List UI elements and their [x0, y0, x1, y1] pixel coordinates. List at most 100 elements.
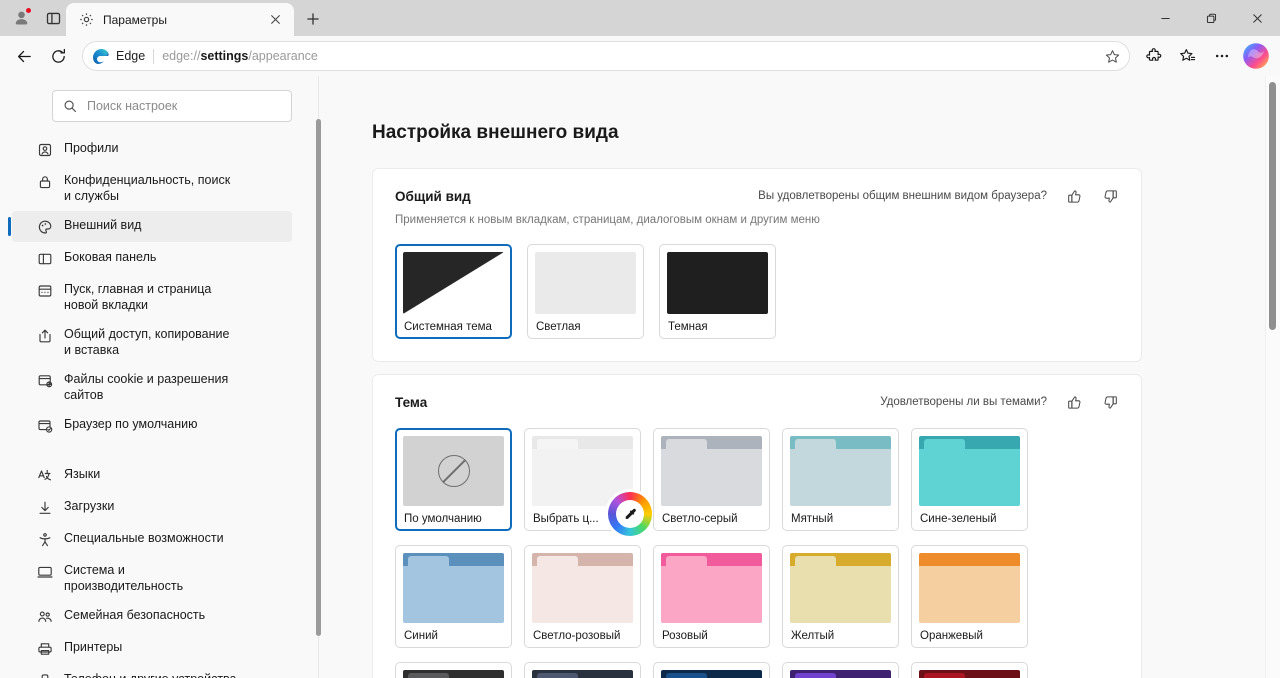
- restore-button[interactable]: [1188, 0, 1234, 36]
- address-bar[interactable]: Edge edge://settings/appearance: [82, 41, 1130, 71]
- theme-option[interactable]: Темно-серый: [395, 662, 512, 678]
- theme-option[interactable]: Светло-серый: [653, 428, 770, 531]
- copilot-button[interactable]: [1240, 40, 1272, 72]
- sidebar-item-3[interactable]: Боковая панель: [12, 243, 292, 274]
- profile-notification-dot: [25, 7, 32, 14]
- thumbs-up-icon[interactable]: [1065, 393, 1083, 411]
- sidebar-item-4[interactable]: Семейная безопасность: [12, 601, 292, 632]
- sidebar-item-0[interactable]: Профили: [12, 134, 292, 165]
- sidebar-item-0[interactable]: Языки: [12, 460, 292, 491]
- collections-button[interactable]: [1172, 40, 1204, 72]
- page-scrollbar[interactable]: [1269, 82, 1276, 330]
- feedback-question: Вы удовлетворены общим внешним видом бра…: [758, 190, 1047, 202]
- theme-preview: [790, 553, 891, 623]
- lock-icon: [36, 173, 53, 190]
- section-subtitle-overall: Применяется к новым вкладкам, страницам,…: [395, 214, 820, 226]
- share-icon: [36, 327, 53, 344]
- section-title-overall: Общий вид: [395, 188, 471, 204]
- settings-sidebar: Профили Конфиденциальность, поиск и служб…: [0, 76, 332, 678]
- family-icon: [36, 608, 53, 625]
- theme-preview-body: [790, 449, 891, 506]
- sidebar-scrollbar[interactable]: [316, 119, 321, 636]
- cookie-icon: [36, 372, 53, 389]
- star-icon: [1105, 49, 1119, 63]
- address-url: edge://settings/appearance: [162, 49, 318, 63]
- theme-preview: [790, 436, 891, 506]
- custom-color-picker-button[interactable]: [608, 492, 652, 536]
- browser-toolbar: Edge edge://settings/appearance: [0, 36, 1280, 76]
- sidebar-item-4[interactable]: Пуск, главная и страница новой вкладки: [12, 275, 292, 319]
- appearance-mode-label: Светлая: [536, 321, 581, 333]
- theme-label: Мятный: [791, 513, 834, 525]
- theme-option[interactable]: Красный: [911, 662, 1028, 678]
- eyedropper-icon: [616, 500, 644, 528]
- sidebar-item-label: Профили: [64, 141, 119, 155]
- sidebar-item-1[interactable]: Конфиденциальность, поиск и службы: [12, 166, 292, 210]
- sidebar-item-label: Специальные возможности: [64, 531, 224, 545]
- theme-option[interactable]: Темно-синий: [653, 662, 770, 678]
- minimize-button[interactable]: [1142, 0, 1188, 36]
- sidebar-item-1[interactable]: Загрузки: [12, 492, 292, 523]
- theme-label: Розовый: [662, 630, 708, 642]
- no-theme-icon: [437, 455, 470, 487]
- sidebar-item-label: Внешний вид: [64, 218, 142, 232]
- feedback-group-overall: Вы удовлетворены общим внешним видом бра…: [758, 187, 1119, 205]
- theme-option[interactable]: Мятный: [782, 428, 899, 531]
- theme-option[interactable]: Синий: [395, 545, 512, 648]
- sidebar-item-2[interactable]: Внешний вид: [8, 211, 292, 242]
- theme-label: Светло-розовый: [533, 630, 621, 642]
- sidebar-item-6[interactable]: Телефон и другие устройства: [12, 665, 292, 678]
- appearance-mode-option[interactable]: Темная: [659, 244, 776, 339]
- search-icon: [64, 100, 77, 113]
- theme-option[interactable]: Желтый: [782, 545, 899, 648]
- theme-option[interactable]: Лиловый: [782, 662, 899, 678]
- thumbs-down-icon[interactable]: [1101, 187, 1119, 205]
- theme-option[interactable]: Оранжевый: [911, 545, 1028, 648]
- search-input[interactable]: [87, 91, 281, 121]
- theme-preview-body: [919, 566, 1020, 623]
- theme-option[interactable]: Выбрать ц...: [524, 428, 652, 536]
- theme-option[interactable]: По умолчанию: [395, 428, 512, 531]
- sidebar-item-7[interactable]: Браузер по умолчанию: [12, 410, 292, 441]
- theme-option[interactable]: Розовый: [653, 545, 770, 648]
- theme-option[interactable]: Светло-розовый: [524, 545, 641, 648]
- theme-label: Оранжевый: [920, 630, 983, 642]
- overall-appearance-card: Общий вид Вы удовлетворены общим внешним…: [372, 168, 1142, 362]
- new-tab-button[interactable]: [297, 4, 329, 34]
- appearance-mode-option[interactable]: Светлая: [527, 244, 644, 339]
- sidebar-item-5[interactable]: Принтеры: [12, 633, 292, 664]
- extensions-button[interactable]: [1138, 40, 1170, 72]
- appearance-mode-preview: [667, 252, 768, 314]
- sidebar-item-5[interactable]: Общий доступ, копирование и вставка: [12, 320, 292, 364]
- add-favorite-button[interactable]: [1099, 43, 1125, 69]
- sidebar-item-2[interactable]: Специальные возможности: [12, 524, 292, 555]
- theme-label: Желтый: [791, 630, 835, 642]
- theme-option[interactable]: Сине-зеленый: [911, 428, 1028, 531]
- appearance-mode-option[interactable]: Системная тема: [395, 244, 512, 339]
- settings-search[interactable]: [52, 90, 292, 122]
- profile-icon: [36, 141, 53, 158]
- profile-avatar-button[interactable]: [8, 5, 34, 31]
- accessibility-icon: [36, 531, 53, 548]
- theme-option[interactable]: Серо-голубой: [524, 662, 641, 678]
- window-controls: [1142, 0, 1280, 36]
- restore-icon: [1206, 13, 1216, 23]
- sidebar-item-6[interactable]: Файлы cookie и разрешения сайтов: [12, 365, 292, 409]
- close-tab-button[interactable]: [264, 9, 286, 31]
- nav-divider: [0, 442, 332, 459]
- theme-preview: [532, 553, 633, 623]
- phone-icon: [36, 672, 53, 678]
- thumbs-up-icon[interactable]: [1065, 187, 1083, 205]
- settings-and-more-button[interactable]: [1206, 40, 1238, 72]
- appearance-mode-label: Темная: [668, 321, 708, 333]
- back-button[interactable]: [8, 40, 40, 72]
- sidebar-item-label: Файлы cookie и разрешения сайтов: [64, 372, 229, 402]
- sidebar-item-3[interactable]: Система и производительность: [12, 556, 292, 600]
- browser-tab-settings[interactable]: Параметры: [66, 3, 294, 36]
- sidebar-item-label: Языки: [64, 467, 101, 481]
- tab-strip: Параметры: [66, 0, 329, 36]
- close-window-button[interactable]: [1234, 0, 1280, 36]
- reload-button[interactable]: [42, 40, 74, 72]
- tab-actions-button[interactable]: [40, 5, 66, 31]
- thumbs-down-icon[interactable]: [1101, 393, 1119, 411]
